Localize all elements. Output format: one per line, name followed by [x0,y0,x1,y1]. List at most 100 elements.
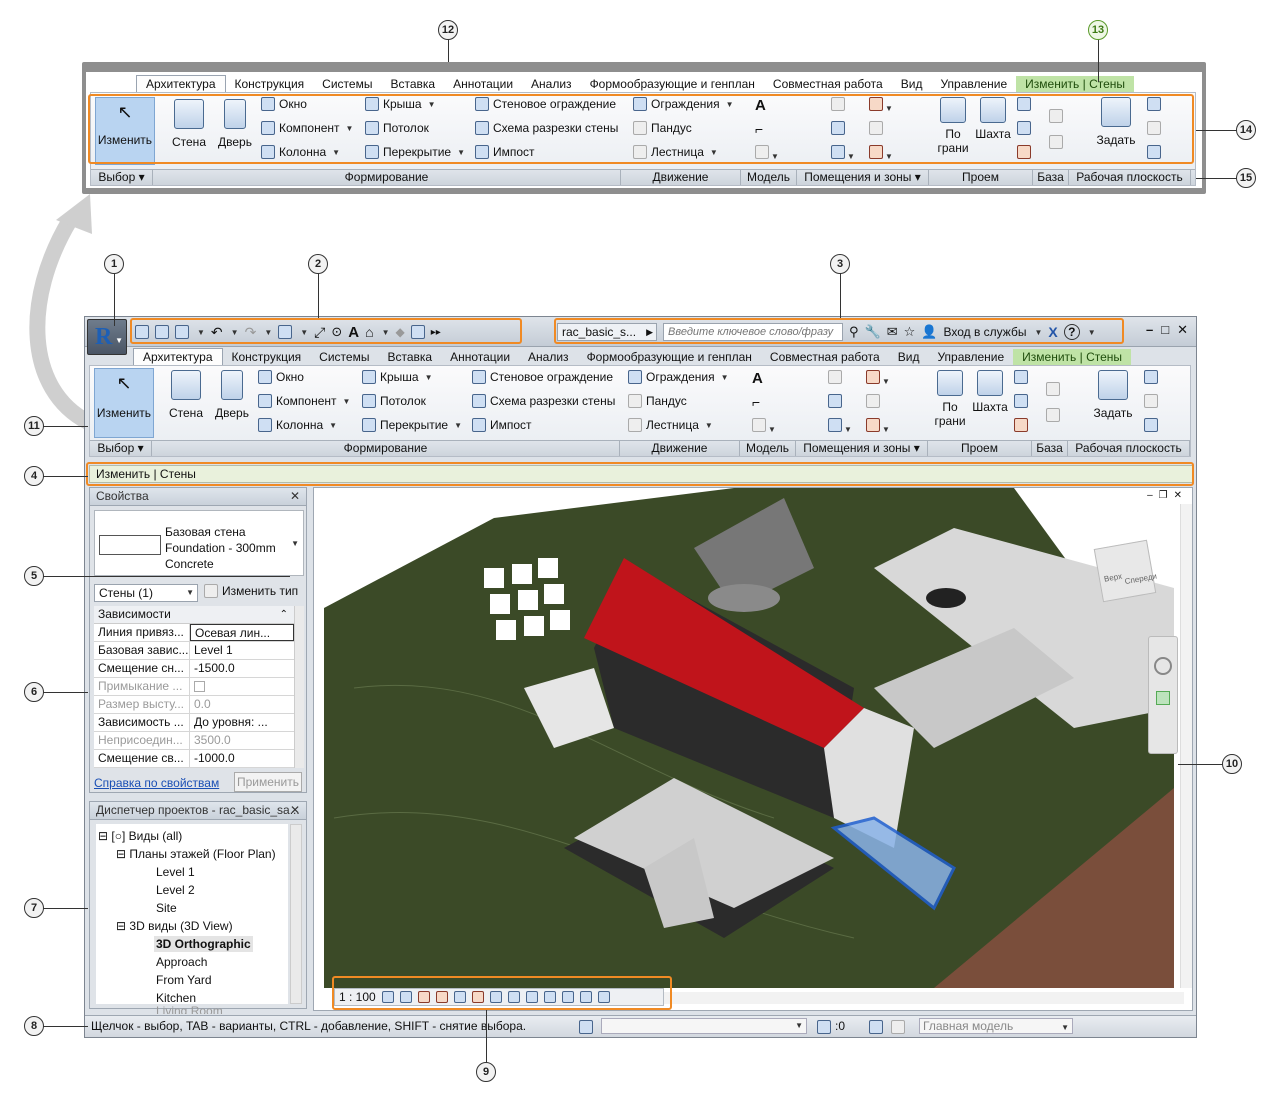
ramp-button[interactable]: Пандус [628,394,687,408]
level-icon[interactable] [1046,382,1060,399]
viewcube[interactable]: Верх Спереди [1093,539,1158,603]
stair-button[interactable]: Лестница ▼ [628,418,713,432]
curtain-system-button[interactable]: Стеновое ограждение [475,97,616,111]
mullion-button[interactable]: Импост [475,145,535,159]
by-face-button[interactable]: По грани [933,97,973,155]
floor-button[interactable]: Перекрытие ▼ [362,418,462,432]
area-icon[interactable]: ▼ [831,145,855,162]
model-line-icon[interactable]: ⌐ [752,394,760,410]
ribbon-tab[interactable]: Вид [889,349,929,365]
browser-scrollbar[interactable] [290,824,302,1004]
property-value[interactable]: Осевая лин... [190,624,294,641]
wall-opening-icon[interactable] [1017,97,1031,114]
ribbon-tab[interactable]: Вид [892,76,932,92]
shadows-icon[interactable] [435,991,448,1003]
apply-button[interactable]: Применить [234,772,302,792]
property-row[interactable]: Размер высту... 0.0 [94,696,294,714]
ribbon-tab[interactable]: Совместная работа [761,349,889,365]
area-icon[interactable]: ▼ [828,418,852,435]
room-tag-icon[interactable] [828,394,842,411]
property-value[interactable]: -1500.0 [190,660,294,677]
edit-type-button[interactable]: Изменить тип [204,584,298,598]
property-value[interactable]: 0.0 [190,696,294,713]
editable-only-icon[interactable] [891,1020,905,1034]
grid-icon[interactable] [1049,135,1063,152]
ribbon-panel-label[interactable]: Рабочая плоскость [1068,441,1190,456]
modify-button[interactable]: ↖ Изменить [95,97,155,165]
default-3d-view-icon[interactable]: ⌂ [365,324,373,340]
ribbon-panel-label[interactable]: Формирование [152,441,620,456]
ribbon-panel-label[interactable]: Помещения и зоны ▾ [797,170,929,185]
column-button[interactable]: Колонна ▼ [258,418,337,432]
property-value[interactable]: 3500.0 [190,732,294,749]
close-icon[interactable]: ✕ [1177,322,1188,338]
close-icon[interactable]: ✕ [290,802,300,819]
tree-node-level-2[interactable]: Level 2 [156,882,195,898]
property-value[interactable]: Level 1 [190,642,294,659]
render-icon[interactable] [453,991,466,1003]
tree-node-3d-views[interactable]: ⊟ 3D виды (3D View) [116,918,233,934]
curtain-grid-button[interactable]: Схема разрезки стены [475,121,618,135]
tree-node-kitchen[interactable]: Kitchen [156,990,196,1006]
vertical-opening-icon[interactable] [1017,121,1031,138]
ribbon-tab[interactable]: Изменить | Стены [1013,349,1132,365]
close-icon[interactable]: ✕ [290,488,300,505]
type-selector[interactable]: Базовая стена Foundation - 300mm Concret… [94,510,304,576]
sync-icon[interactable] [175,325,189,339]
steering-wheel-icon[interactable] [1154,657,1172,675]
property-group[interactable]: Зависимости ⌃ [94,606,294,624]
instance-selector[interactable]: Стены (1) ▼ [94,584,198,602]
horizontal-scrollbar[interactable] [664,992,1184,1004]
ribbon-tab[interactable]: Системы [313,76,381,92]
ramp-button[interactable]: Пандус [633,121,692,135]
navigation-bar[interactable] [1148,636,1178,754]
stair-button[interactable]: Лестница ▼ [633,145,718,159]
tree-node-living-room[interactable]: Living Room [156,1006,223,1014]
set-workplane-button[interactable]: Задать [1088,370,1138,420]
tree-node-level-1[interactable]: Level 1 [156,864,195,880]
ribbon-panel-label[interactable]: Помещения и зоны ▾ [796,441,928,456]
ribbon-tab[interactable]: Изменить | Стены [1016,76,1135,92]
modify-button[interactable]: ↖ Изменить [94,368,154,438]
ref-plane-icon[interactable] [1144,394,1158,411]
grid-icon[interactable] [1046,408,1060,425]
property-row[interactable]: Примыкание ... [94,678,294,696]
room-separator-icon[interactable]: ▼ [869,97,893,114]
viewer-icon[interactable] [1147,145,1161,162]
level-icon[interactable] [1049,109,1063,126]
reveal-hidden-icon[interactable] [543,991,556,1003]
search-input[interactable] [663,323,843,341]
user-icon[interactable]: 👤 [921,324,937,340]
ribbon-tab[interactable]: Архитектура [133,348,223,365]
tree-node-3d-orthographic[interactable]: 3D Orthographic [154,936,253,952]
section-icon[interactable]: ◆ [396,325,405,339]
property-row[interactable]: Неприсоедин... 3500.0 [94,732,294,750]
show-crop-icon[interactable] [489,991,502,1003]
properties-help-link[interactable]: Справка по свойствам [94,776,219,790]
ribbon-panel-label[interactable]: Проем [929,170,1033,185]
shaft-button[interactable]: Шахта [970,370,1010,414]
worksets-icon[interactable] [579,1020,593,1034]
favorites-icon[interactable]: ☆ [904,324,916,340]
property-value[interactable]: До уровня: ... [190,714,294,731]
temp-hide-icon[interactable] [525,991,538,1003]
help-icon[interactable]: ? [1063,324,1080,340]
view-scale[interactable]: 1 : 100 [339,990,376,1004]
curtain-grid-button[interactable]: Схема разрезки стены [472,394,615,408]
application-menu-button[interactable]: R ▼ [87,319,127,355]
wall-button[interactable]: Стена [167,99,211,149]
color-scheme-icon[interactable]: ▼ [869,145,893,162]
ribbon-tab[interactable]: Системы [310,349,378,365]
ribbon-panel-label[interactable]: Формирование [153,170,621,185]
area-boundary-icon[interactable] [866,394,880,411]
set-workplane-button[interactable]: Задать [1091,97,1141,147]
tag-icon[interactable]: ⊙ [331,324,342,340]
ribbon-tab[interactable]: Формообразующие и генплан [578,349,761,365]
window-button[interactable]: Окно [258,370,304,384]
ribbon-tab[interactable]: Аннотации [441,349,519,365]
binoculars-icon[interactable]: ⚲ [849,324,859,340]
vertical-opening-icon[interactable] [1014,394,1028,411]
dormer-opening-icon[interactable] [1014,418,1028,435]
tree-node-site[interactable]: Site [156,900,177,916]
ribbon-panel-label[interactable]: Движение [620,441,740,456]
